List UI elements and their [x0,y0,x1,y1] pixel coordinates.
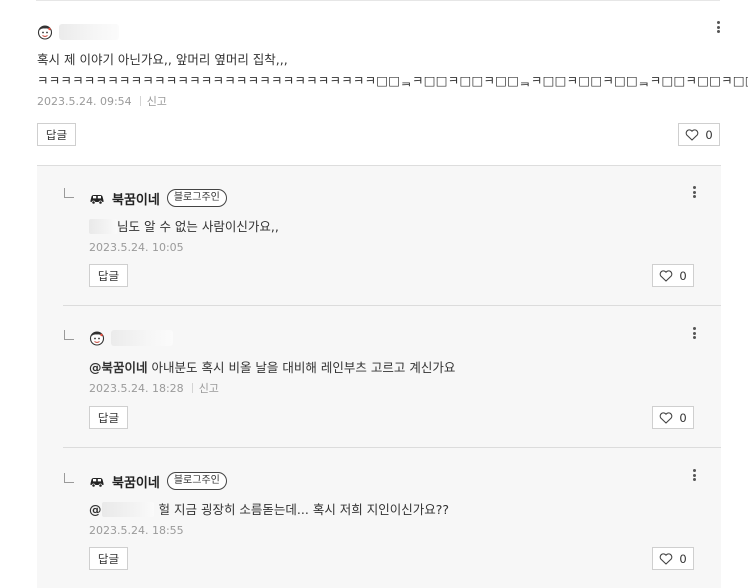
reply-date: 2023.5.24. 18:28 [89,382,184,395]
top-divider [36,0,720,1]
avatar-icon[interactable] [89,330,105,346]
reply-header [89,326,689,350]
reply-text-body: 헐 지금 굉장히 소름돋는데... 혹시 저희 지인이신가요?? [158,502,450,517]
mention-hidden [101,502,154,517]
reply-text-body: 아내분도 혹시 비올 날을 대비해 레인부츠 고르고 계신가요 [151,360,456,375]
reply-text-body: 님도 알 수 없는 사람이신가요,, [117,219,279,234]
more-options-icon[interactable] [688,184,700,200]
owner-badge: 블로그주인 [166,189,227,207]
reply-header: 북꿈이네 블로그주인 [89,186,689,210]
comment-text-line1: 혹시 제 이야기 아닌가요,, 앞머리 옆머리 집착,,, [37,52,288,67]
reply-corner-icon [64,473,74,483]
reply-item: 북꿈이네 블로그주인 @ 헐 지금 굉장히 소름돋는데... 혹시 저희 지인이신… [89,469,689,540]
like-count: 0 [705,127,713,142]
avatar-icon[interactable] [37,24,53,40]
car-icon[interactable] [89,473,105,489]
reply-button[interactable]: 답글 [37,123,76,146]
like-count: 0 [679,551,687,566]
comment-header [37,20,721,44]
like-button[interactable]: 0 [652,406,694,429]
heart-icon [660,411,673,424]
heart-icon [660,552,673,565]
like-count: 0 [679,410,687,425]
more-options-icon[interactable] [712,19,724,35]
reply-author[interactable]: 북꿈이네 [112,472,160,491]
reply-item: @북꿈이네 아내분도 혹시 비올 날을 대비해 레인부츠 고르고 계신가요 20… [89,326,689,398]
reply-divider [63,447,721,448]
comment-meta: 2023.5.24. 09:54 신고 [37,93,721,111]
owner-badge: 블로그주인 [166,472,227,490]
reply-text: @북꿈이네 아내분도 혹시 비올 날을 대비해 레인부츠 고르고 계신가요 [89,358,689,378]
report-link[interactable]: 신고 [147,95,167,108]
reply-meta: 2023.5.24. 18:28 신고 [89,380,689,398]
reply-date: 2023.5.24. 18:55 [89,524,184,537]
like-button[interactable]: 0 [652,264,694,287]
like-button[interactable]: 0 [678,123,720,146]
heart-icon [660,269,673,282]
reply-header: 북꿈이네 블로그주인 [89,469,689,493]
reply-item: 북꿈이네 블로그주인 님도 알 수 없는 사람이신가요,, 2023.5.24.… [89,186,689,257]
more-options-icon[interactable] [688,325,700,341]
mention-tag[interactable]: @ [89,502,102,517]
comment-date: 2023.5.24. 09:54 [37,95,132,108]
car-icon[interactable] [89,190,105,206]
reply-divider [63,305,721,306]
like-count: 0 [679,268,687,283]
author-name-hidden [59,24,119,40]
main-comment: 혹시 제 이야기 아닌가요,, 앞머리 옆머리 집착,,, ㅋㅋㅋㅋㅋㅋㅋㅋㅋㅋ… [37,20,748,111]
reply-list: 북꿈이네 블로그주인 님도 알 수 없는 사람이신가요,, 2023.5.24.… [37,165,721,588]
author-name-hidden [111,330,173,346]
mention-hidden [89,219,117,234]
reply-text: @ 헐 지금 굉장히 소름돋는데... 혹시 저희 지인이신가요?? [89,500,689,520]
comment-text-line2: ㅋㅋㅋㅋㅋㅋㅋㅋㅋㅋㅋㅋㅋㅋㅋㅋㅋㅋㅋㅋㅋㅋㅋㅋㅋㅋㅋㅋㅋ□□ᆿㅋ□□ㅋ□□ㅋ□… [37,73,748,88]
reply-corner-icon [64,330,74,340]
report-link[interactable]: 신고 [199,382,219,395]
mention-tag[interactable]: @북꿈이네 [89,360,148,375]
reply-button[interactable]: 답글 [89,547,128,570]
reply-date: 2023.5.24. 10:05 [89,241,184,254]
reply-corner-icon [64,188,74,198]
reply-button[interactable]: 답글 [89,264,128,287]
reply-author[interactable]: 북꿈이네 [112,189,160,208]
reply-button[interactable]: 답글 [89,406,128,429]
reply-text: 님도 알 수 없는 사람이신가요,, [89,217,689,237]
like-button[interactable]: 0 [652,547,694,570]
more-options-icon[interactable] [688,467,700,483]
heart-icon [686,128,699,141]
